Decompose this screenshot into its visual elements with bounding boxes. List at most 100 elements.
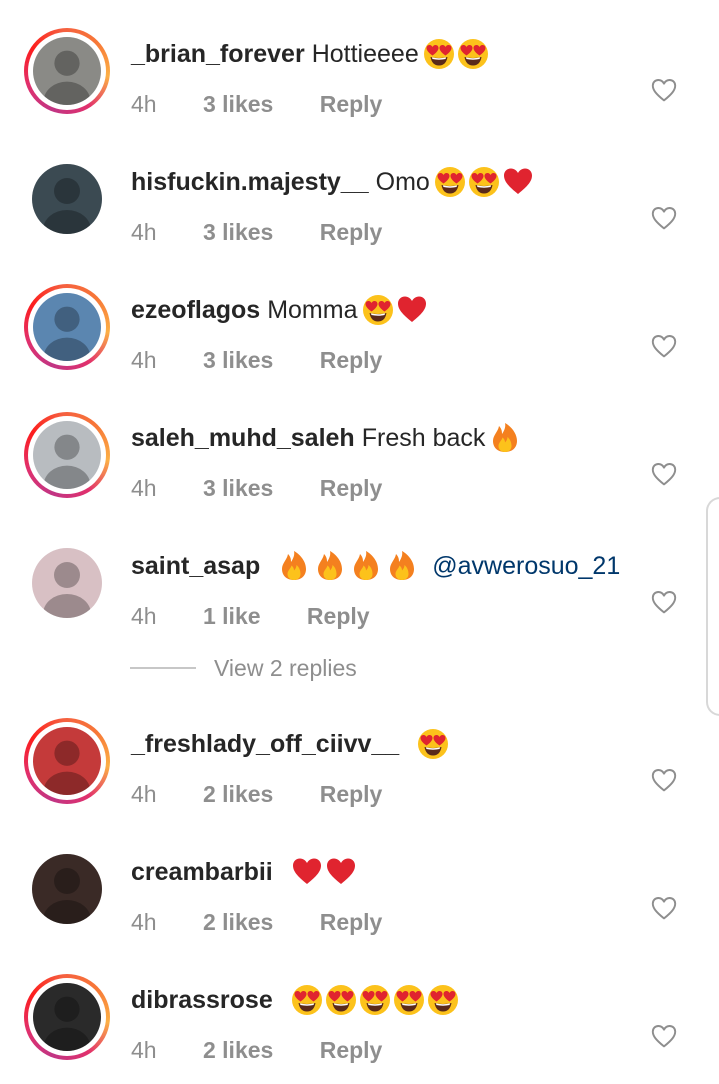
like-heart-icon[interactable] [651, 206, 677, 230]
avatar-story-ring[interactable] [24, 284, 110, 370]
comment-item: _brian_forever Hottieeee 4h 3 likes Repl… [0, 28, 719, 138]
view-replies-button[interactable]: View 2 replies [130, 652, 357, 684]
avatar[interactable] [33, 293, 101, 361]
avatar-story-ring[interactable] [24, 974, 110, 1060]
comment-emojis [362, 294, 430, 326]
comment-emojis [278, 550, 422, 582]
comment-time: 4h [131, 909, 157, 935]
comment-text: Momma [267, 296, 358, 324]
comment-time: 4h [131, 603, 157, 629]
avatar[interactable] [33, 37, 101, 105]
comment-time: 4h [131, 1037, 157, 1063]
comment-likes[interactable]: 3 likes [203, 475, 273, 501]
comment-item: ezeoflagos Momma 4h 3 likes Reply [0, 284, 719, 394]
avatar-photo [32, 548, 102, 618]
comment-item: hisfuckin.majesty__ Omo 4h 3 likes Reply [0, 156, 719, 266]
avatar-frame[interactable] [24, 540, 110, 626]
comment-emojis [417, 728, 451, 760]
comment-item: saint_asap @avwerosuo_21 4h 1 like Reply [0, 540, 719, 650]
comment-time: 4h [131, 91, 157, 117]
avatar-story-ring[interactable] [24, 412, 110, 498]
heart-outline-icon [651, 769, 677, 792]
avatar-story-ring[interactable] [24, 718, 110, 804]
mention-link[interactable]: @avwerosuo_21 [432, 550, 620, 582]
comment-username[interactable]: hisfuckin.majesty__ [131, 166, 369, 198]
avatar-story-ring[interactable] [24, 28, 110, 114]
heart-outline-icon [651, 591, 677, 614]
like-heart-icon[interactable] [651, 462, 677, 486]
heart-eyes-emoji-icon [457, 39, 488, 69]
heart-eyes-emoji-icon [434, 167, 465, 197]
heart-outline-icon [651, 463, 677, 486]
scroll-edge-handle[interactable] [706, 497, 719, 716]
like-heart-icon[interactable] [651, 768, 677, 792]
comment-emojis [291, 984, 461, 1016]
avatar-photo [33, 983, 101, 1051]
avatar-photo [33, 293, 101, 361]
comment-item: saleh_muhd_saleh Fresh back 4h 3 likes R… [0, 412, 719, 522]
heart-outline-icon [651, 207, 677, 230]
avatar[interactable] [32, 164, 102, 234]
replies-divider [130, 667, 196, 669]
heart-eyes-emoji-icon [427, 985, 458, 1015]
comment-item: dibrassrose 4h 2 likes Reply [0, 974, 719, 1084]
fire-emoji-icon [318, 551, 343, 580]
comment-time: 4h [131, 219, 157, 245]
avatar-photo [33, 727, 101, 795]
avatar[interactable] [33, 727, 101, 795]
comment-username[interactable]: _freshlady_off_ciivv__ [131, 728, 399, 760]
comment-likes[interactable]: 3 likes [203, 91, 273, 117]
comment-time: 4h [131, 475, 157, 501]
comment-likes[interactable]: 1 like [203, 603, 261, 629]
comment-text: Omo [375, 168, 430, 196]
comment-likes[interactable]: 3 likes [203, 347, 273, 373]
reply-button[interactable]: Reply [320, 219, 383, 245]
avatar[interactable] [32, 548, 102, 618]
reply-button[interactable]: Reply [320, 909, 383, 935]
comment-username[interactable]: ezeoflagos [131, 294, 260, 326]
heart-eyes-emoji-icon [423, 39, 454, 69]
comment-username[interactable]: saleh_muhd_saleh [131, 422, 355, 454]
avatar[interactable] [33, 983, 101, 1051]
reply-button[interactable]: Reply [320, 475, 383, 501]
like-heart-icon[interactable] [651, 334, 677, 358]
comment-emojis [434, 166, 536, 198]
heart-eyes-emoji-icon [325, 985, 356, 1015]
comment-likes[interactable]: 2 likes [203, 909, 273, 935]
red-heart-emoji-icon [292, 858, 321, 884]
fire-emoji-icon [390, 551, 415, 580]
like-heart-icon[interactable] [651, 590, 677, 614]
avatar-photo [33, 37, 101, 105]
red-heart-emoji-icon [326, 858, 355, 884]
avatar-frame[interactable] [24, 156, 110, 242]
avatar-frame[interactable] [24, 846, 110, 932]
red-heart-emoji-icon [503, 168, 532, 194]
like-heart-icon[interactable] [651, 896, 677, 920]
comment-username[interactable]: saint_asap [131, 550, 260, 582]
comment-emojis [291, 856, 359, 888]
reply-button[interactable]: Reply [320, 91, 383, 117]
heart-eyes-emoji-icon [291, 985, 322, 1015]
reply-button[interactable]: Reply [320, 1037, 383, 1063]
comment-likes[interactable]: 2 likes [203, 781, 273, 807]
avatar[interactable] [32, 854, 102, 924]
reply-button[interactable]: Reply [307, 603, 370, 629]
heart-eyes-emoji-icon [468, 167, 499, 197]
avatar[interactable] [33, 421, 101, 489]
comment-likes[interactable]: 3 likes [203, 219, 273, 245]
comment-username[interactable]: _brian_forever [131, 38, 305, 70]
like-heart-icon[interactable] [651, 1024, 677, 1048]
comment-time: 4h [131, 781, 157, 807]
heart-eyes-emoji-icon [359, 985, 390, 1015]
view-replies-label[interactable]: View 2 replies [214, 655, 357, 682]
avatar-photo [33, 421, 101, 489]
like-heart-icon[interactable] [651, 78, 677, 102]
comment-likes[interactable]: 2 likes [203, 1037, 273, 1063]
comment-item: _freshlady_off_ciivv__ 4h 2 likes Reply [0, 718, 719, 828]
comment-username[interactable]: creambarbii [131, 856, 273, 888]
heart-outline-icon [651, 335, 677, 358]
reply-button[interactable]: Reply [320, 781, 383, 807]
comment-item: creambarbii 4h 2 likes Reply [0, 846, 719, 956]
reply-button[interactable]: Reply [320, 347, 383, 373]
comment-username[interactable]: dibrassrose [131, 984, 273, 1016]
